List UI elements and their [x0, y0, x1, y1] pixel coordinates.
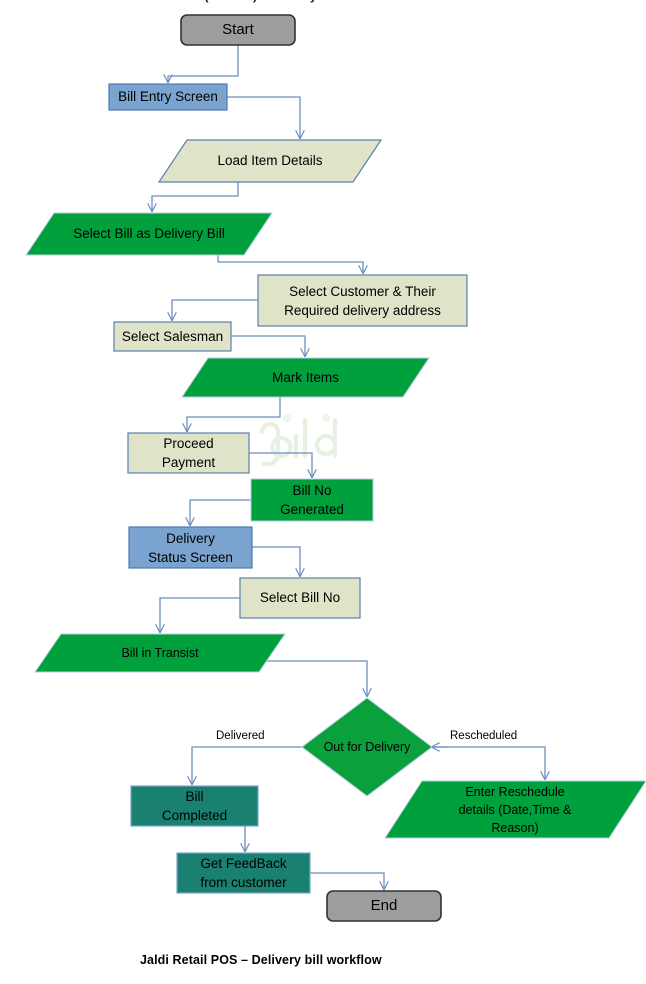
node-shape-bill-transist[interactable]: [34, 633, 286, 673]
node-shapes: [25, 14, 646, 922]
diagram-caption: Jaldi Retail POS – Delivery bill workflo…: [140, 953, 382, 967]
node-shape-select-customer[interactable]: [257, 274, 468, 327]
node-shape-start[interactable]: [180, 14, 296, 46]
node-shape-bill-no[interactable]: [250, 478, 374, 522]
node-shape-load-items[interactable]: [157, 139, 383, 183]
edge-label-rescheduled: Rescheduled: [450, 730, 518, 742]
node-shape-mark-items[interactable]: [181, 357, 430, 398]
jaldi-watermark-logo: [259, 413, 338, 467]
flowchart-canvas: Jaldi Retail POS (version) - Delivery bi…: [0, 0, 646, 984]
node-shape-bill-entry[interactable]: [108, 83, 228, 111]
node-shape-proceed-payment[interactable]: [127, 432, 250, 474]
node-shape-end[interactable]: [326, 890, 442, 922]
node-shape-select-delivery[interactable]: [25, 212, 273, 256]
node-shape-select-bill-no[interactable]: [239, 577, 361, 619]
flowchart-graphics: [25, 14, 646, 922]
edge-label-delivered: Delivered: [216, 730, 265, 742]
node-shape-bill-completed[interactable]: [130, 785, 259, 827]
node-shape-get-feedback[interactable]: [176, 852, 311, 894]
node-shape-delivery-status[interactable]: [128, 526, 253, 569]
node-shape-enter-reschedule[interactable]: [384, 780, 646, 839]
node-shape-select-salesman[interactable]: [113, 321, 232, 352]
node-shape-out-for-delivery[interactable]: [301, 697, 433, 797]
